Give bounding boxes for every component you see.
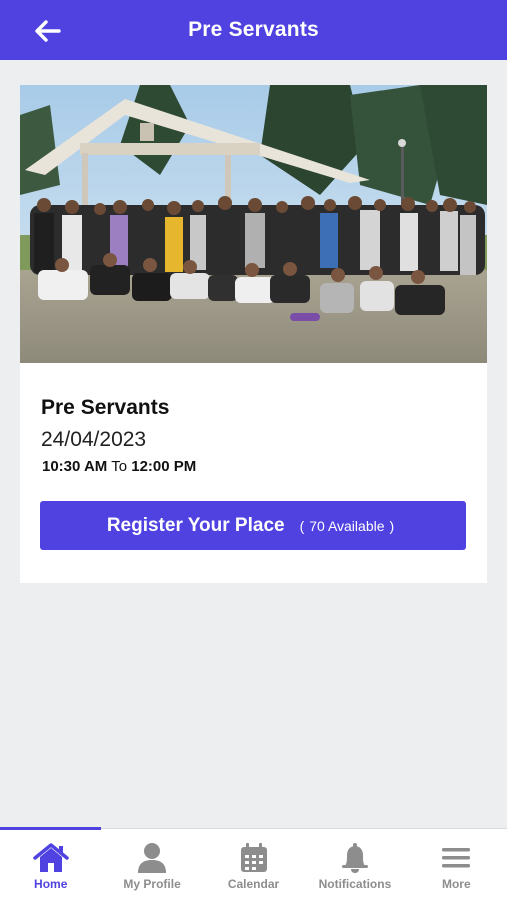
arrow-left-icon <box>35 20 61 42</box>
register-button[interactable]: Register Your Place (70 Available) <box>40 501 466 550</box>
tab-my-profile[interactable]: My Profile <box>101 829 202 900</box>
availability-text: 70 Available <box>309 517 385 534</box>
home-icon <box>32 843 69 872</box>
person-icon <box>138 843 167 873</box>
tab-calendar[interactable]: Calendar <box>203 829 304 900</box>
event-time-separator: To <box>111 458 128 475</box>
event-start-time: 10:30 AM <box>42 458 108 475</box>
tab-notifications[interactable]: Notifications <box>304 829 405 900</box>
availability-count: (70 Available) <box>299 517 395 534</box>
tab-label-my-profile: My Profile <box>123 877 181 891</box>
page-title: Pre Servants <box>188 18 319 41</box>
calendar-icon <box>240 843 267 872</box>
tab-label-home: Home <box>34 877 68 891</box>
register-button-label: Register Your Place <box>106 514 285 536</box>
menu-icon <box>442 848 471 868</box>
bottom-tab-bar: Home My Profile Calendar Notifications M… <box>0 827 507 900</box>
event-card: Pre Servants 24/04/2023 10:30 AM To 12:0… <box>20 85 487 583</box>
active-tab-indicator <box>0 827 101 830</box>
tab-label-notifications: Notifications <box>318 877 392 891</box>
tab-more[interactable]: More <box>406 829 507 900</box>
app-screen: Pre Servants Pre Servants 24/04/2023 10:… <box>0 0 507 900</box>
event-date: 24/04/2023 <box>41 428 147 451</box>
tab-label-more: More <box>441 877 471 891</box>
event-title: Pre Servants <box>41 396 170 419</box>
tab-home[interactable]: Home <box>0 829 101 900</box>
bell-icon <box>341 843 368 873</box>
back-button[interactable] <box>30 15 66 47</box>
top-header: Pre Servants <box>0 0 507 60</box>
event-photo[interactable] <box>20 85 487 363</box>
event-time: 10:30 AM To 12:00 PM <box>42 458 196 475</box>
event-end-time: 12:00 PM <box>131 458 197 475</box>
tab-label-calendar: Calendar <box>227 877 280 891</box>
